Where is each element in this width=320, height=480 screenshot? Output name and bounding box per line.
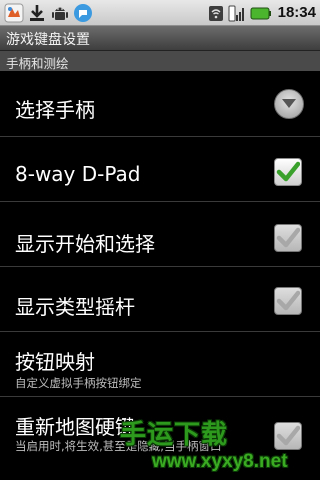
checkbox-box — [274, 224, 302, 252]
category-header: 手柄和测绘 — [0, 51, 320, 71]
download-icon[interactable] — [27, 3, 47, 23]
wifi-icon — [208, 5, 223, 21]
pref-title: 显示开始和选择 — [15, 232, 155, 256]
chevron-down-icon — [282, 99, 296, 108]
checkbox-show-joystick-type[interactable] — [274, 287, 304, 317]
check-icon — [276, 425, 300, 446]
app-icon[interactable] — [4, 3, 24, 23]
status-bar: 18:34 — [0, 0, 320, 26]
category-label: 手柄和测绘 — [6, 56, 69, 71]
page-title: 游戏键盘设置 — [6, 32, 90, 48]
pref-button-mapping[interactable]: 按钮映射 自定义虚拟手柄按钮绑定 — [0, 332, 320, 397]
checkbox-8way-dpad[interactable] — [274, 158, 304, 188]
checkbox-box — [274, 287, 302, 315]
check-icon — [276, 290, 300, 311]
battery-icon — [250, 7, 271, 19]
checkbox-box — [274, 158, 302, 186]
pref-show-joystick-type[interactable]: 显示类型摇杆 — [0, 267, 320, 332]
dropdown-button[interactable] — [274, 89, 304, 119]
pref-choose-gamepad[interactable]: 选择手柄 — [0, 72, 320, 137]
watermark-text: 手运下载 — [120, 420, 229, 450]
pref-summary: 自定义虚拟手柄按钮绑定 — [15, 376, 142, 390]
pref-title: 重新地图硬键 — [15, 415, 135, 439]
pref-8way-dpad[interactable]: 8-way D-Pad — [0, 137, 320, 202]
pref-title: 8-way D-Pad — [15, 162, 141, 186]
status-time: 18:34 — [277, 4, 316, 21]
chat-icon[interactable] — [73, 3, 93, 23]
checkbox-show-start-select[interactable] — [274, 224, 304, 254]
pref-title: 按钮映射 — [15, 350, 95, 374]
android-icon[interactable] — [50, 3, 70, 23]
check-icon — [276, 161, 300, 182]
watermark-url: www.xyxy8.net — [152, 451, 288, 472]
check-icon — [276, 227, 300, 248]
screen: 18:34 游戏键盘设置 手柄和测绘 选择手柄 8-way D-Pad 显示开始… — [0, 0, 320, 480]
pref-title: 选择手柄 — [15, 98, 95, 122]
pref-show-start-select[interactable]: 显示开始和选择 — [0, 202, 320, 267]
checkbox-box — [274, 422, 302, 450]
dropdown-circle — [274, 89, 304, 119]
checkbox-remap-hard-keys[interactable] — [274, 422, 304, 452]
pref-title: 显示类型摇杆 — [15, 295, 135, 319]
signal-icon — [228, 5, 244, 21]
title-bar: 游戏键盘设置 — [0, 26, 320, 51]
